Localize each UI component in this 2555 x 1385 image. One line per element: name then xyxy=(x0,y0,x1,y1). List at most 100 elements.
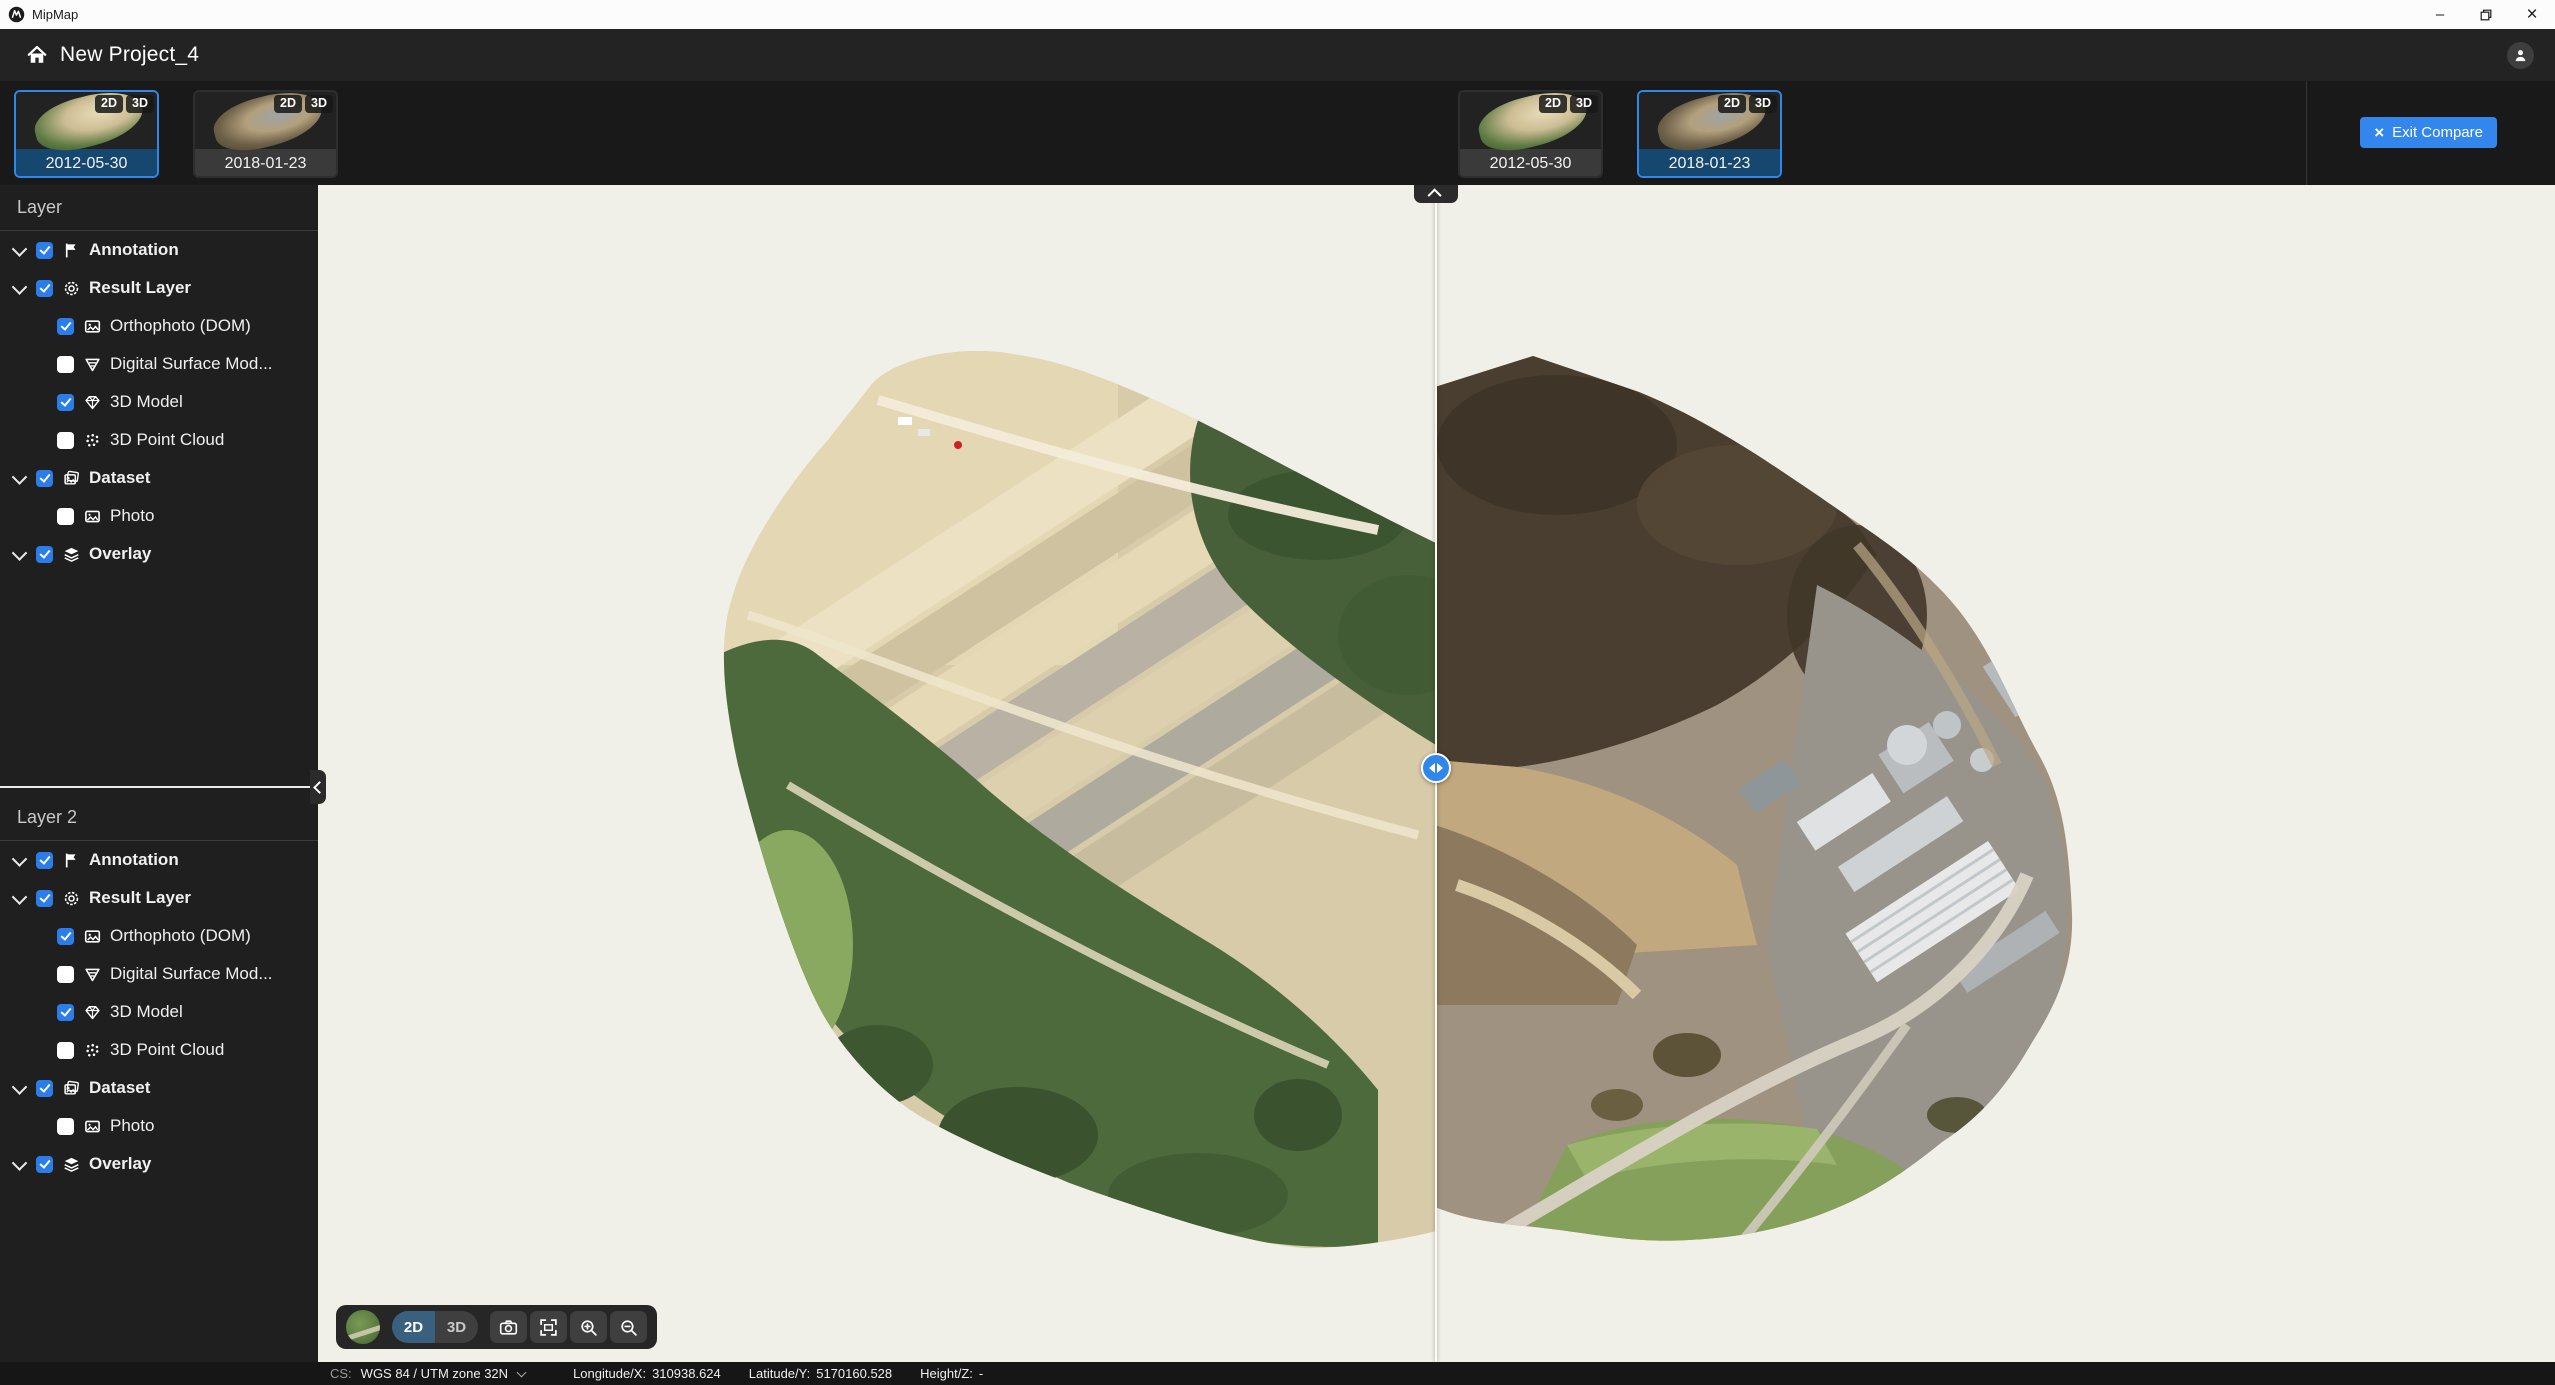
layer2-item-3d-model[interactable]: 3D Model xyxy=(0,993,318,1031)
map-right-orthophoto-2018[interactable] xyxy=(1437,185,2555,1362)
layer-item-label: Digital Surface Mod... xyxy=(110,964,273,984)
badge-2d[interactable]: 2D xyxy=(95,95,123,113)
zoom-out-button[interactable] xyxy=(610,1311,647,1343)
chevron-up-icon xyxy=(1428,188,1442,202)
app-name: MipMap xyxy=(32,7,78,22)
layers-sidebar: Layer Annotation Result Layer Orthophoto… xyxy=(0,185,318,1362)
zoom-out-icon xyxy=(619,1318,638,1337)
collapse-sidebar-tab[interactable] xyxy=(310,770,326,804)
user-avatar[interactable] xyxy=(2507,42,2534,69)
minimize-button[interactable]: – xyxy=(2417,0,2463,29)
latitude-label: Latitude/Y: xyxy=(749,1366,810,1381)
checkbox[interactable] xyxy=(36,546,53,563)
layer-item-orthophoto[interactable]: Orthophoto (DOM) xyxy=(0,307,318,345)
cs-label: CS: xyxy=(330,1366,352,1381)
badge-3d[interactable]: 3D xyxy=(1570,95,1598,113)
layer-item-dataset[interactable]: Dataset xyxy=(0,459,318,497)
layer-item-label: Overlay xyxy=(89,544,151,564)
collapse-topbar-tab[interactable] xyxy=(1414,185,1458,203)
checkbox[interactable] xyxy=(57,394,74,411)
fit-view-button[interactable] xyxy=(530,1311,567,1343)
view-2d-button[interactable]: 2D xyxy=(392,1311,435,1343)
home-button[interactable] xyxy=(24,42,50,68)
badge-3d[interactable]: 3D xyxy=(305,95,333,113)
cs-value[interactable]: WGS 84 / UTM zone 32N xyxy=(361,1366,508,1381)
checkbox[interactable] xyxy=(57,1118,74,1135)
close-button[interactable]: × xyxy=(2509,0,2555,29)
badge-2d[interactable]: 2D xyxy=(1539,95,1567,113)
exit-compare-button[interactable]: × Exit Compare xyxy=(2360,117,2497,148)
checkbox[interactable] xyxy=(57,1042,74,1059)
zoom-in-button[interactable] xyxy=(570,1311,607,1343)
checkbox[interactable] xyxy=(36,1080,53,1097)
compare-bar: 2D 3D 2012-05-30 2D 3D 2018-01-23 2D 3D … xyxy=(0,81,2555,185)
layer2-item-dsm[interactable]: Digital Surface Mod... xyxy=(0,955,318,993)
layer-item-3d-model[interactable]: 3D Model xyxy=(0,383,318,421)
flag-icon xyxy=(62,241,80,259)
maximize-button[interactable] xyxy=(2463,0,2509,29)
height-value: - xyxy=(979,1366,983,1381)
panel-separator[interactable] xyxy=(0,786,318,788)
chevron-down-icon[interactable] xyxy=(12,1155,28,1171)
thumbnail-image: 2D 3D xyxy=(195,92,336,149)
layer-item-dsm[interactable]: Digital Surface Mod... xyxy=(0,345,318,383)
checkbox[interactable] xyxy=(36,280,53,297)
layer-item-overlay[interactable]: Overlay xyxy=(0,535,318,573)
checkbox[interactable] xyxy=(57,318,74,335)
map-viewport[interactable]: 2D 3D xyxy=(318,185,2555,1362)
layer2-item-orthophoto[interactable]: Orthophoto (DOM) xyxy=(0,917,318,955)
layer2-item-dataset[interactable]: Dataset xyxy=(0,1069,318,1107)
checkbox[interactable] xyxy=(36,470,53,487)
checkbox[interactable] xyxy=(36,1156,53,1173)
checkbox[interactable] xyxy=(36,890,53,907)
layer2-item-3d-point-cloud[interactable]: 3D Point Cloud xyxy=(0,1031,318,1069)
layer-item-result-layer[interactable]: Result Layer xyxy=(0,269,318,307)
layer-item-label: Annotation xyxy=(89,850,179,870)
compare-slider-handle[interactable] xyxy=(1421,753,1451,783)
thumbnail-left-2018[interactable]: 2D 3D 2018-01-23 xyxy=(193,90,338,178)
badge-2d[interactable]: 2D xyxy=(274,95,302,113)
basemap-toggle[interactable] xyxy=(346,1310,380,1344)
zoom-in-icon xyxy=(579,1318,598,1337)
layer2-item-annotation[interactable]: Annotation xyxy=(0,841,318,879)
layer-item-photo[interactable]: Photo xyxy=(0,497,318,535)
checkbox[interactable] xyxy=(57,1004,74,1021)
thumbnail-left-2012[interactable]: 2D 3D 2012-05-30 xyxy=(14,90,159,178)
badge-2d[interactable]: 2D xyxy=(1718,95,1746,113)
view-3d-button[interactable]: 3D xyxy=(435,1311,478,1343)
thumbnail-right-2012[interactable]: 2D 3D 2012-05-30 xyxy=(1458,90,1603,178)
chevron-down-icon[interactable] xyxy=(12,279,28,295)
checkbox[interactable] xyxy=(36,242,53,259)
latitude-value: 5170160.528 xyxy=(816,1366,892,1381)
chevron-down-icon[interactable] xyxy=(12,545,28,561)
checkbox[interactable] xyxy=(57,356,74,373)
checkbox[interactable] xyxy=(57,508,74,525)
layer2-item-result-layer[interactable]: Result Layer xyxy=(0,879,318,917)
thumbnail-date: 2012-05-30 xyxy=(1460,149,1601,178)
screenshot-button[interactable] xyxy=(490,1311,527,1343)
chevron-down-icon[interactable] xyxy=(12,469,28,485)
orthophoto-icon xyxy=(83,317,101,335)
badge-3d[interactable]: 3D xyxy=(1749,95,1777,113)
map-left-orthophoto-2012[interactable] xyxy=(318,185,1436,1362)
chevron-down-icon[interactable] xyxy=(12,851,28,867)
checkbox[interactable] xyxy=(57,966,74,983)
chevron-down-icon[interactable] xyxy=(517,1367,527,1377)
badge-3d[interactable]: 3D xyxy=(126,95,154,113)
thumbnail-right-2018[interactable]: 2D 3D 2018-01-23 xyxy=(1637,90,1782,178)
layer2-item-overlay[interactable]: Overlay xyxy=(0,1145,318,1183)
layer-item-annotation[interactable]: Annotation xyxy=(0,231,318,269)
chevron-down-icon[interactable] xyxy=(12,889,28,905)
chevron-down-icon[interactable] xyxy=(12,1079,28,1095)
badge-icon xyxy=(62,889,80,907)
chevron-down-icon[interactable] xyxy=(12,241,28,257)
layer2-item-photo[interactable]: Photo xyxy=(0,1107,318,1145)
layer-item-3d-point-cloud[interactable]: 3D Point Cloud xyxy=(0,421,318,459)
app-header: New Project_4 xyxy=(0,29,2555,81)
checkbox[interactable] xyxy=(36,852,53,869)
checkbox[interactable] xyxy=(57,928,74,945)
checkbox[interactable] xyxy=(57,432,74,449)
layer-item-label: Photo xyxy=(110,1116,154,1136)
layer-item-label: Dataset xyxy=(89,468,150,488)
app-logo-icon xyxy=(8,6,25,23)
